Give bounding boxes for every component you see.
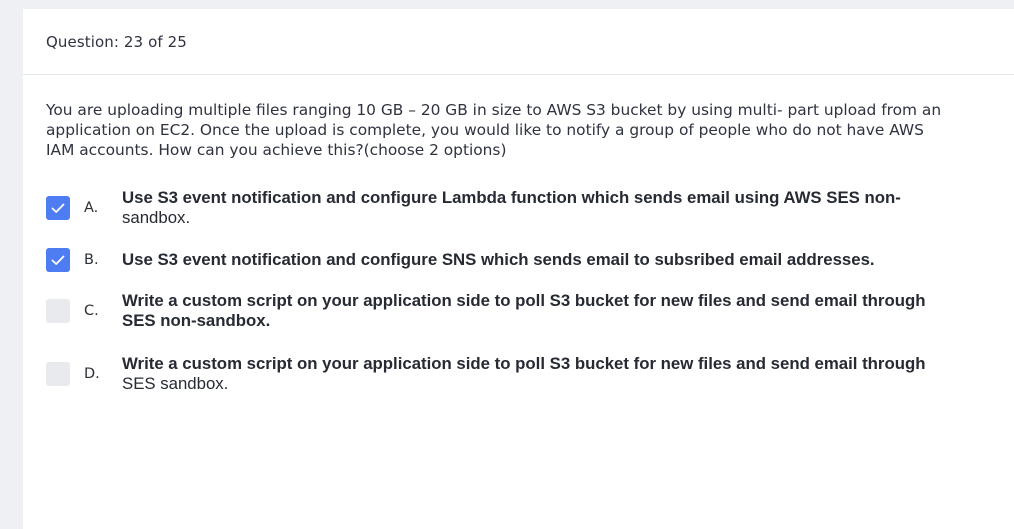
option-d-text-tail: SES sandbox.	[122, 374, 229, 393]
option-b[interactable]: B. Use S3 event notification and configu…	[46, 248, 1006, 272]
question-counter: Question: 23 of 25	[46, 33, 187, 51]
option-a-letter: A.	[84, 200, 99, 216]
option-c-letter: C.	[84, 303, 99, 319]
option-a[interactable]: A. Use S3 event notification and configu…	[46, 188, 1006, 228]
check-icon	[51, 255, 65, 265]
option-d-text: Write a custom script on your applicatio…	[122, 354, 925, 394]
option-b-letter: B.	[84, 252, 99, 268]
answer-options: A. Use S3 event notification and configu…	[46, 188, 1006, 394]
question-header: Question: 23 of 25	[23, 9, 1014, 75]
option-c-text-main: Write a custom script on your applicatio…	[122, 291, 926, 310]
check-icon	[51, 203, 65, 213]
option-c[interactable]: C. Write a custom script on your applica…	[46, 291, 1006, 331]
option-d[interactable]: D. Write a custom script on your applica…	[46, 354, 1006, 394]
option-a-text: Use S3 event notification and configure …	[122, 188, 901, 228]
option-a-text-tail: sandbox.	[122, 208, 191, 227]
option-c-text-tail: SES non-sandbox.	[122, 311, 271, 330]
option-d-text-main: Write a custom script on your applicatio…	[122, 354, 926, 373]
option-a-text-main: Use S3 event notification and configure …	[122, 188, 901, 207]
option-c-checkbox[interactable]	[46, 299, 70, 323]
option-c-text: Write a custom script on your applicatio…	[122, 291, 925, 331]
option-b-text-main: Use S3 event notification and configure …	[122, 250, 875, 269]
option-b-checkbox[interactable]	[46, 248, 70, 272]
option-d-letter: D.	[84, 366, 100, 382]
question-card: Question: 23 of 25 You are uploading mul…	[23, 9, 1014, 529]
option-d-checkbox[interactable]	[46, 362, 70, 386]
question-text: You are uploading multiple files ranging…	[46, 101, 942, 159]
option-b-text: Use S3 event notification and configure …	[122, 250, 875, 270]
option-a-checkbox[interactable]	[46, 196, 70, 220]
